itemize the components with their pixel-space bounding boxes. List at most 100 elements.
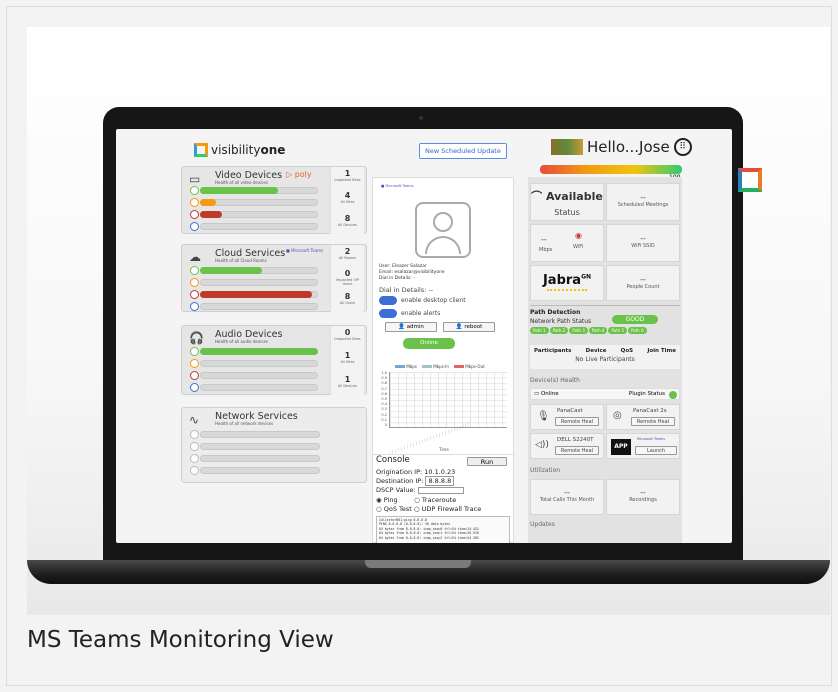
remote-heal-button[interactable]: Remote Heal	[555, 417, 599, 426]
count-all-sites[interactable]: 4 All Sites	[330, 189, 364, 212]
origination-value: 10.1.0.23	[424, 468, 456, 476]
panel-subtitle: Health of all Cloud Rooms	[215, 258, 267, 263]
launch-button[interactable]: Launch	[635, 446, 677, 455]
video-devices-panel[interactable]: ▭ Video Devices Health of all video devi…	[181, 166, 367, 234]
jabra-tile[interactable]: JabraGN	[530, 265, 604, 301]
menu-icon[interactable]: ⠿	[673, 138, 692, 156]
count-all-sites[interactable]: 1 All Sites	[330, 349, 364, 373]
panel-subtitle: Health of all audio devices	[215, 339, 269, 344]
health-bar	[540, 165, 682, 174]
reboot-button[interactable]: 👤 reboot	[443, 322, 495, 332]
online-label: Online	[540, 391, 559, 397]
admin-button[interactable]: 👤 admin	[385, 322, 437, 332]
no-participants-text: No Live Participants	[575, 356, 635, 363]
network-pulse-icon: ∿	[189, 413, 200, 427]
online-button[interactable]: Online	[403, 338, 455, 349]
device-panacast: 🎙 PanaCast Remote Heal	[530, 404, 604, 430]
path-chip[interactable]: Path 5	[608, 327, 628, 334]
chart-legend: Mbps Mbps-In Mbps-Out	[395, 364, 485, 369]
participants-table: Participants Device QoS Join Time No Live P…	[530, 345, 680, 369]
headphones-icon: 🎧	[189, 331, 204, 345]
wifi-label: WiFi	[573, 244, 584, 250]
count-impacted-sites[interactable]: 1 Impacted Sites	[330, 167, 364, 189]
status-dot	[190, 289, 199, 299]
network-services-panel[interactable]: ∿ Network Services Health of all network…	[181, 407, 367, 483]
panel-subtitle: Health of all video devices	[215, 180, 268, 185]
availability-status: ⌒ Available	[531, 190, 603, 203]
dscp-input[interactable]	[417, 486, 464, 494]
toggle-switch[interactable]	[379, 309, 397, 318]
network-tile: -- Mbps ◉ WiFi	[530, 224, 604, 262]
console-output: CollectorB01:ping 8.8.8.8 PING 8.8.8.8 (8…	[376, 516, 510, 543]
status-dot	[190, 429, 199, 439]
count-all-rooms[interactable]: 2 All Rooms	[330, 245, 364, 267]
teams-logo: ■ Microsoft Teams	[286, 248, 324, 253]
status-dot	[190, 346, 199, 356]
desktop-client-toggle[interactable]: enable desktop client	[379, 296, 466, 305]
speaker-icon: ◁))	[535, 440, 549, 450]
status-dot	[190, 265, 199, 275]
path-chip[interactable]: Path 1	[530, 327, 549, 334]
path-title: Path Detection	[530, 309, 581, 316]
app-logo: visibilityone	[194, 143, 285, 157]
app-icon: APP	[611, 439, 631, 455]
scheduled-meetings-tile[interactable]: -- Scheduled Meetings	[606, 183, 680, 221]
health-row	[190, 453, 320, 463]
status-dot	[190, 453, 199, 463]
chart-y-ticks: 1.0 0.9 0.8 0.7 0.6 0.5 0.4 0.3 0.2 0.1 0	[381, 371, 387, 428]
health-row	[190, 185, 318, 195]
count-all-devices[interactable]: 1 All Devices	[330, 373, 364, 395]
destination-input[interactable]: 8.8.8.8	[425, 476, 455, 486]
plugin-status-row: ▭ Online Plugin Status	[530, 388, 680, 400]
ping-radio[interactable]: ◉ Ping	[376, 496, 398, 504]
laptop-lid: visibilityone New Scheduled Update Hello…	[103, 107, 743, 560]
video-camera-icon: ▭	[189, 172, 201, 186]
count-all-devices[interactable]: 8 All Devices	[330, 212, 364, 234]
cloud-services-panel[interactable]: ☁ Cloud Services Health of all Cloud Roo…	[181, 244, 367, 312]
count-all-users[interactable]: 8 All Users	[330, 290, 364, 312]
new-scheduled-update-button[interactable]: New Scheduled Update	[419, 143, 507, 159]
wifi-icon: ◉	[575, 231, 582, 240]
monitor-icon: ▭	[534, 391, 540, 397]
health-row	[190, 301, 318, 311]
device-panacast-2s: ◎ PanaCast 2s Remote Heal	[606, 404, 680, 430]
user-greeting: Hello...Jose ⠿	[551, 138, 692, 156]
toggle-switch[interactable]	[379, 296, 397, 305]
console-run-button[interactable]: Run	[467, 457, 507, 466]
logo-icon	[194, 143, 208, 157]
recordings-tile: -- Recordings	[606, 479, 680, 515]
path-status-badge: GOOD	[612, 315, 658, 324]
dscp-label: DSCP Value:	[376, 486, 416, 494]
status-dot	[190, 465, 199, 475]
remote-heal-button[interactable]: Remote Heal	[631, 417, 675, 426]
path-chip[interactable]: Path 3	[569, 327, 588, 334]
jabra-logo: JabraGN	[542, 273, 592, 288]
cloud-icon: ☁	[189, 250, 201, 264]
chart-x-label: Time	[439, 447, 449, 452]
destination-label: Destination IP:	[376, 477, 424, 485]
traceroute-radio[interactable]: ○ Traceroute	[414, 496, 456, 504]
caption: MS Teams Monitoring View	[27, 627, 334, 653]
count-impacted-vip[interactable]: 0 Impacted VIP Users	[330, 267, 364, 290]
plugin-status-dot	[669, 391, 677, 399]
laptop-notch	[365, 560, 471, 568]
people-count-tile: -- People Count	[606, 265, 680, 301]
audio-devices-panel[interactable]: 🎧 Audio Devices Health of all audio devi…	[181, 325, 367, 395]
udp-radio[interactable]: ○ UDP Firewall Trace	[414, 505, 481, 513]
qos-radio[interactable]: ○ QoS Test	[376, 505, 412, 513]
alerts-toggle[interactable]: enable alerts	[379, 309, 440, 318]
status-dot	[190, 301, 199, 311]
path-chip[interactable]: Path 4	[588, 327, 608, 334]
path-chip[interactable]: Path 2	[549, 327, 569, 334]
path-chip[interactable]: Path 6	[628, 327, 647, 334]
remote-heal-button[interactable]: Remote Heal	[555, 446, 599, 455]
health-row	[190, 370, 318, 380]
devices-health-title: Device(s) Health	[530, 377, 580, 384]
laptop-photo: visibilityone New Scheduled Update Hello…	[27, 27, 830, 615]
user-avatar-icon	[415, 202, 471, 258]
health-row	[190, 382, 318, 392]
health-row	[190, 441, 320, 451]
status-label: Status	[554, 208, 580, 217]
count-impacted-sites[interactable]: 0 Impacted Sites	[330, 326, 364, 349]
laptop-base	[27, 560, 830, 584]
